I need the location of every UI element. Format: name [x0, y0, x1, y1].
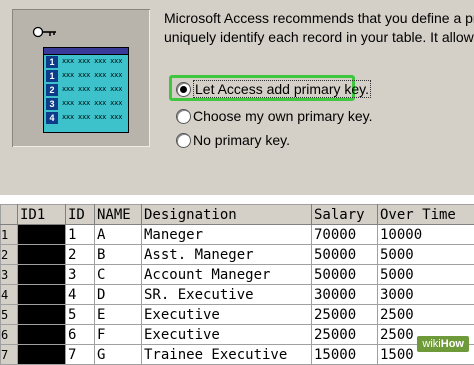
row-number[interactable]: 3 — [1, 265, 18, 285]
cell-id[interactable]: 3 — [66, 265, 95, 285]
table-row: 1 1 A Maneger 70000 10000 — [1, 225, 474, 245]
radio-no-primary-key[interactable]: No primary key. — [176, 131, 290, 149]
key-icon — [32, 25, 58, 39]
table-row: 4 4 D SR. Executive 30000 3000 — [1, 285, 474, 305]
cell-designation[interactable]: Executive — [142, 325, 312, 345]
cell-id1[interactable] — [18, 325, 66, 345]
cell-designation[interactable]: SR. Executive — [142, 285, 312, 305]
wikihow-watermark: wikiHow — [417, 336, 469, 352]
cell-designation[interactable]: Maneger — [142, 225, 312, 245]
row-number[interactable]: 6 — [1, 325, 18, 345]
row-selector-header[interactable] — [1, 205, 18, 225]
row-number[interactable]: 2 — [1, 245, 18, 265]
cell-id1[interactable] — [18, 225, 66, 245]
cell-salary[interactable]: 25000 — [312, 305, 378, 325]
cell-name[interactable]: B — [95, 245, 142, 265]
row-number[interactable]: 1 — [1, 225, 18, 245]
option-label: No primary key. — [193, 132, 290, 148]
radio-choose-own-key[interactable]: Choose my own primary key. — [176, 107, 372, 125]
separator — [0, 195, 474, 204]
cell-designation[interactable]: Asst. Maneger — [142, 245, 312, 265]
table-row: 5 5 E Executive 25000 2500 — [1, 305, 474, 325]
row-number[interactable]: 4 — [1, 285, 18, 305]
cell-salary[interactable]: 50000 — [312, 265, 378, 285]
cell-id1[interactable] — [18, 245, 66, 265]
cell-designation[interactable]: Executive — [142, 305, 312, 325]
radio-button-selected[interactable] — [176, 82, 191, 97]
primary-key-wizard: 1xxx xxx xxx xxx 1xxx xxx xxx xxx 2xxx x… — [0, 0, 474, 195]
cell-name[interactable]: A — [95, 225, 142, 245]
description-line-2: uniquely identify each record in your ta… — [164, 28, 474, 47]
column-header-designation[interactable]: Designation — [142, 205, 312, 225]
cell-overtime[interactable]: 5000 — [378, 265, 474, 285]
option-label: Let Access add primary key. — [193, 80, 371, 98]
cell-overtime[interactable]: 3000 — [378, 285, 474, 305]
description-line-1: Microsoft Access recommends that you def… — [164, 9, 474, 28]
cell-id1[interactable] — [18, 265, 66, 285]
radio-button[interactable] — [176, 133, 191, 148]
cell-designation[interactable]: Account Maneger — [142, 265, 312, 285]
table-row: 6 6 F Executive 25000 2500 — [1, 325, 474, 345]
table-illustration: 1xxx xxx xxx xxx 1xxx xxx xxx xxx 2xxx x… — [12, 9, 150, 147]
column-header-name[interactable]: NAME — [95, 205, 142, 225]
cell-id[interactable]: 6 — [66, 325, 95, 345]
cell-salary[interactable]: 50000 — [312, 245, 378, 265]
cell-name[interactable]: C — [95, 265, 142, 285]
cell-id[interactable]: 4 — [66, 285, 95, 305]
cell-id1[interactable] — [18, 285, 66, 305]
cell-id1[interactable] — [18, 305, 66, 325]
cell-id[interactable]: 1 — [66, 225, 95, 245]
row-number[interactable]: 5 — [1, 305, 18, 325]
table-row: 3 3 C Account Maneger 50000 5000 — [1, 265, 474, 285]
cell-id[interactable]: 5 — [66, 305, 95, 325]
cell-overtime[interactable]: 5000 — [378, 245, 474, 265]
column-header-id[interactable]: ID — [66, 205, 95, 225]
cell-salary[interactable]: 70000 — [312, 225, 378, 245]
option-label: Choose my own primary key. — [193, 108, 372, 124]
cell-name[interactable]: F — [95, 325, 142, 345]
table-row: 2 2 B Asst. Maneger 50000 5000 — [1, 245, 474, 265]
cell-salary[interactable]: 30000 — [312, 285, 378, 305]
cell-overtime[interactable]: 2500 — [378, 305, 474, 325]
cell-name[interactable]: E — [95, 305, 142, 325]
wizard-description: Microsoft Access recommends that you def… — [164, 9, 474, 47]
column-header-id1[interactable]: ID1 — [18, 205, 66, 225]
cell-id[interactable]: 2 — [66, 245, 95, 265]
mini-table-icon: 1xxx xxx xxx xxx 1xxx xxx xxx xxx 2xxx x… — [43, 47, 129, 133]
radio-button[interactable] — [176, 109, 191, 124]
column-header-overtime[interactable]: Over Time — [378, 205, 474, 225]
column-header-salary[interactable]: Salary — [312, 205, 378, 225]
radio-let-access-add-key[interactable]: Let Access add primary key. — [176, 80, 371, 98]
cell-salary[interactable]: 25000 — [312, 325, 378, 345]
datasheet-table: ID1 ID NAME Designation Salary Over Time… — [0, 204, 474, 365]
header-row: ID1 ID NAME Designation Salary Over Time — [1, 205, 474, 225]
cell-overtime[interactable]: 10000 — [378, 225, 474, 245]
cell-name[interactable]: D — [95, 285, 142, 305]
